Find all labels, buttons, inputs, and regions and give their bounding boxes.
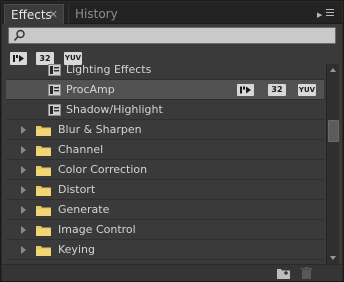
accelerated-badge bbox=[237, 84, 254, 96]
folder-distort[interactable]: Distort bbox=[6, 180, 324, 200]
scroll-up-icon[interactable] bbox=[327, 64, 339, 76]
folder-color-correction[interactable]: Color Correction bbox=[6, 160, 324, 180]
folder-icon bbox=[36, 146, 51, 156]
chevron-right-icon[interactable] bbox=[21, 166, 26, 174]
folder-label: Channel bbox=[58, 143, 104, 156]
folder-label: Distort bbox=[58, 183, 96, 196]
effects-panel: Effects ✕ History ▶ 32 YUV Lighting Effe… bbox=[0, 0, 344, 282]
accelerated-effect-icon bbox=[240, 86, 251, 94]
folder-image-control[interactable]: Image Control bbox=[6, 220, 324, 240]
folder-label: Blur & Sharpen bbox=[58, 123, 142, 136]
close-icon[interactable]: ✕ bbox=[49, 5, 58, 25]
effects-tree: Lighting Effects ProcAmp 32 YUV Shadow/H… bbox=[6, 64, 324, 264]
folder-generate[interactable]: Generate bbox=[6, 200, 324, 220]
effect-preset-icon bbox=[48, 64, 61, 76]
chevron-right-icon[interactable] bbox=[21, 226, 26, 234]
folder-icon bbox=[36, 186, 51, 196]
folder-label: Image Control bbox=[58, 223, 136, 236]
effect-preset-icon bbox=[48, 84, 61, 96]
folder-keying[interactable]: Keying bbox=[6, 240, 324, 260]
effect-preset-icon bbox=[48, 104, 61, 116]
search-input[interactable] bbox=[8, 27, 336, 44]
new-bin-icon[interactable] bbox=[277, 267, 290, 279]
32bit-badge: 32 bbox=[268, 84, 286, 96]
tab-effects[interactable]: Effects ✕ bbox=[4, 4, 64, 24]
vertical-scrollbar[interactable] bbox=[326, 64, 339, 264]
effects-content: 32 YUV Lighting Effects ProcAmp 32 YUV S… bbox=[2, 24, 342, 281]
scroll-thumb[interactable] bbox=[328, 120, 339, 142]
effect-label: ProcAmp bbox=[66, 83, 115, 96]
tab-history[interactable]: History bbox=[68, 4, 152, 24]
folder-label: Generate bbox=[58, 203, 110, 216]
tab-history-label: History bbox=[75, 7, 118, 21]
chevron-right-icon[interactable] bbox=[21, 246, 26, 254]
search-icon bbox=[13, 29, 25, 42]
chevron-right-icon[interactable] bbox=[21, 146, 26, 154]
folder-icon bbox=[36, 246, 51, 256]
trash-icon[interactable] bbox=[301, 267, 312, 279]
panel-menu-icon[interactable]: ▶ bbox=[317, 5, 334, 19]
folder-blur-sharpen[interactable]: Blur & Sharpen bbox=[6, 120, 324, 140]
folder-channel[interactable]: Channel bbox=[6, 140, 324, 160]
list-item[interactable]: Shadow/Highlight bbox=[6, 100, 324, 120]
chevron-right-icon[interactable] bbox=[21, 186, 26, 194]
folder-icon bbox=[36, 126, 51, 136]
effect-label: Shadow/Highlight bbox=[66, 103, 163, 116]
tab-bar: Effects ✕ History ▶ bbox=[2, 2, 342, 24]
chevron-right-icon[interactable] bbox=[21, 206, 26, 214]
chevron-right-icon[interactable] bbox=[21, 126, 26, 134]
folder-label: Color Correction bbox=[58, 163, 148, 176]
folder-icon bbox=[36, 206, 51, 216]
effect-label: Lighting Effects bbox=[66, 64, 152, 76]
list-item[interactable]: Lighting Effects bbox=[6, 64, 324, 80]
list-item-selected[interactable]: ProcAmp 32 YUV bbox=[6, 80, 324, 100]
panel-footer bbox=[2, 264, 342, 281]
folder-icon bbox=[36, 226, 51, 236]
tab-effects-label: Effects bbox=[11, 8, 52, 22]
yuv-badge: YUV bbox=[298, 84, 316, 96]
scroll-down-icon[interactable] bbox=[327, 252, 339, 264]
folder-label: Keying bbox=[58, 243, 95, 256]
folder-icon bbox=[36, 166, 51, 176]
